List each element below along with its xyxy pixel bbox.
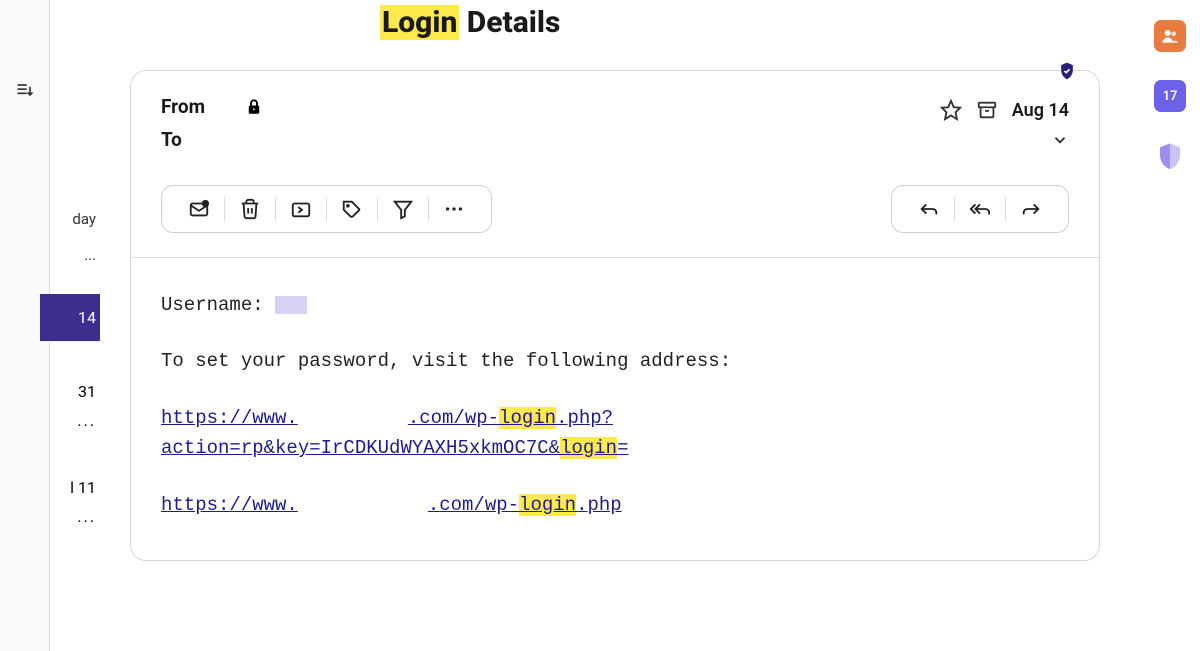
to-label: To (161, 128, 221, 151)
email-header: From To (131, 71, 1099, 169)
verified-badge-icon (1057, 61, 1077, 81)
login-link[interactable]: https://www..com/wp-login.php (161, 494, 622, 516)
reply-button[interactable] (904, 194, 954, 224)
star-icon[interactable] (940, 99, 962, 121)
contacts-app-icon[interactable] (1154, 20, 1186, 52)
move-button[interactable] (276, 194, 326, 224)
archive-icon[interactable] (976, 99, 998, 121)
username-label: Username: (161, 294, 275, 316)
email-date: Aug 14 (1012, 100, 1069, 121)
lock-icon (245, 98, 263, 116)
shield-app-icon[interactable] (1154, 140, 1186, 172)
mark-unread-button[interactable] (174, 194, 224, 224)
page-title: Login Details (380, 5, 1140, 40)
chevron-down-icon[interactable] (1051, 131, 1069, 149)
filter-button[interactable] (378, 194, 428, 224)
action-toolbar (161, 185, 492, 233)
toolbar-row (131, 169, 1099, 258)
instruction-text: To set your password, visit the followin… (161, 346, 1069, 376)
delete-button[interactable] (225, 194, 275, 224)
reply-toolbar (891, 185, 1069, 233)
sort-icon[interactable] (15, 80, 35, 100)
right-rail: 17 (1140, 0, 1200, 651)
calendar-app-icon[interactable]: 17 (1154, 80, 1186, 112)
forward-button[interactable] (1006, 194, 1056, 224)
more-button[interactable] (429, 194, 479, 224)
from-label: From (161, 95, 221, 118)
label-button[interactable] (327, 194, 377, 224)
reply-all-button[interactable] (955, 194, 1005, 224)
redacted-username (275, 296, 307, 314)
main-content: Login Details From (50, 0, 1140, 651)
reset-link[interactable]: https://www..com/wp-login.php?action=rp&… (161, 407, 629, 459)
email-card: From To (130, 70, 1100, 561)
email-body: Username: To set your password, visit th… (131, 258, 1099, 560)
